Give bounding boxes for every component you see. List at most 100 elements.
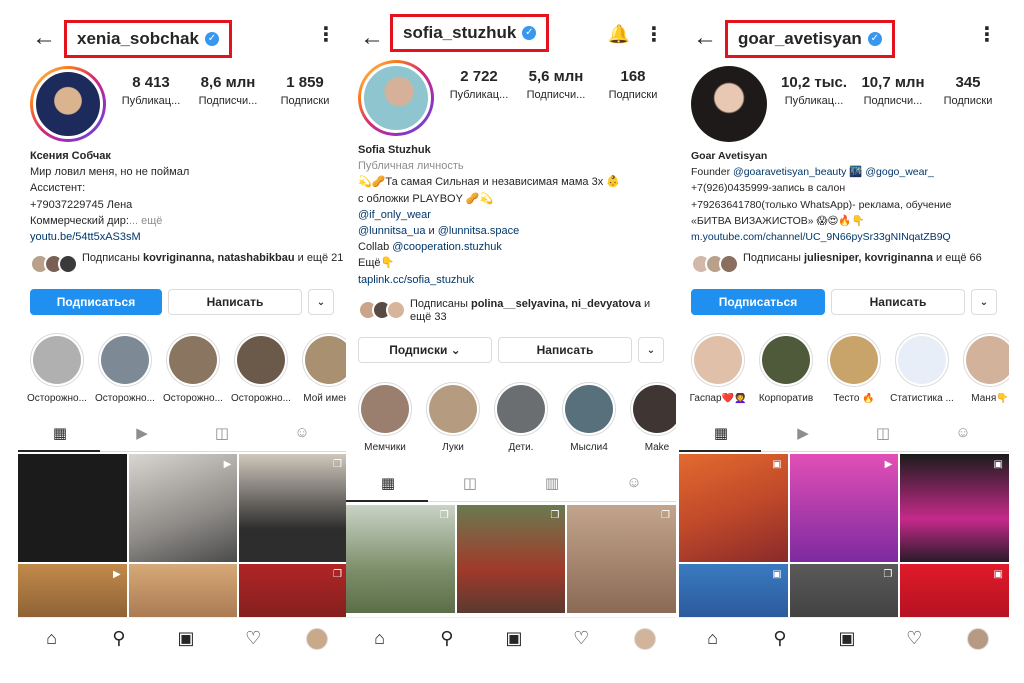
bio-link[interactable]: m.youtube.com/channel/UC_9N66pySr33gNINq… — [691, 229, 1006, 245]
heart-icon[interactable]: ♡ — [239, 628, 267, 649]
avatar[interactable] — [691, 66, 767, 142]
username: sofia_stuzhuk — [403, 23, 517, 42]
highlight-item[interactable]: Мемчики — [352, 382, 418, 453]
message-button[interactable]: Написать — [498, 337, 632, 363]
followed-by[interactable]: Подписаны kovriginanna, natashabikbau и … — [30, 250, 345, 280]
followers-stat[interactable]: 10,7 млн Подписчи... — [856, 74, 930, 107]
chevron-down-icon[interactable]: ⌄ — [971, 289, 997, 315]
more-vertical-icon[interactable]: ⋮ — [316, 22, 336, 47]
post-thumbnail[interactable]: ❐ — [346, 505, 455, 613]
post-thumbnail[interactable]: ❐ — [456, 505, 566, 613]
highlight-item[interactable]: Осторожно... — [24, 333, 90, 404]
message-button[interactable]: Написать — [831, 289, 965, 315]
bio-more-link[interactable]: ... ещё — [129, 215, 163, 227]
highlight-item[interactable]: Дети. — [488, 382, 554, 453]
home-icon[interactable]: ⌂ — [699, 628, 727, 649]
post-thumbnail[interactable]: ❐ — [239, 454, 348, 562]
reels-icon[interactable]: ▶ — [132, 424, 152, 444]
grid-icon[interactable]: ▦ — [378, 474, 398, 494]
highlight-item[interactable]: Гаспар❤️👩‍🦱 — [685, 333, 751, 404]
highlight-item[interactable]: Маня👇 — [957, 333, 1009, 404]
bio-mention[interactable]: @if_only_wear — [358, 207, 673, 223]
highlight-item[interactable]: Корпоратив — [753, 333, 819, 404]
igtv-icon[interactable]: ◫ — [873, 424, 893, 444]
arrow-left-icon[interactable]: ← — [360, 26, 384, 50]
highlight-item[interactable]: Осторожно... — [92, 333, 158, 404]
bell-icon[interactable]: 🔔 — [608, 24, 630, 45]
bio-link[interactable]: youtu.be/54tt5xAS3sM — [30, 229, 345, 245]
arrow-left-icon[interactable]: ← — [693, 26, 717, 50]
post-thumbnail[interactable]: ▣ — [900, 454, 1009, 562]
highlight-item[interactable]: Мой имени — [296, 333, 348, 404]
bio-link[interactable]: taplink.cc/sofia_stuzhuk — [358, 272, 673, 288]
avatar[interactable] — [358, 60, 434, 136]
bio-mention[interactable]: @cooperation.stuzhuk — [392, 241, 502, 253]
bio-more-link[interactable]: Ещё👇 — [358, 255, 673, 271]
follow-button[interactable]: Подписаться — [691, 289, 825, 315]
profile-avatar[interactable] — [967, 627, 990, 650]
avatar[interactable] — [30, 66, 106, 142]
message-button[interactable]: Написать — [168, 289, 302, 315]
posts-stat[interactable]: 8 413 Публикац... — [116, 74, 186, 107]
highlight-item[interactable]: Мысли4 — [556, 382, 622, 453]
post-thumbnail[interactable]: ▶ — [789, 454, 899, 562]
chevron-down-icon[interactable]: ⌄ — [638, 337, 664, 363]
post-thumbnail[interactable]: ❐ — [567, 505, 676, 613]
following-stat[interactable]: 345 Подписки — [935, 74, 1001, 107]
post-thumbnail[interactable] — [18, 454, 127, 562]
followed-by[interactable]: Подписаны juliesniper, kovriginanna и ещ… — [691, 250, 1006, 280]
profile-stats: 10,2 тыс. Публикац... 10,7 млн Подписчи...… — [777, 74, 1001, 107]
bio-mention[interactable]: @lunnitsa_ua — [358, 225, 425, 237]
chevron-down-icon[interactable]: ⌄ — [308, 289, 334, 315]
profile-avatar[interactable] — [306, 627, 329, 650]
subscriptions-button[interactable]: Подписки ⌄ — [358, 337, 492, 363]
post-thumbnail[interactable]: ▣ — [679, 454, 788, 562]
profile-avatar[interactable] — [634, 627, 657, 650]
more-vertical-icon[interactable]: ⋮ — [644, 22, 664, 47]
carousel-icon: ❐ — [333, 569, 342, 580]
search-icon[interactable]: ⚲ — [105, 628, 133, 649]
highlight-item[interactable]: Осторожно... — [228, 333, 294, 404]
grid-icon[interactable]: ▦ — [711, 424, 731, 444]
home-icon[interactable]: ⌂ — [366, 628, 394, 649]
highlight-item[interactable]: Make — [624, 382, 676, 453]
followers-stat[interactable]: 5,6 млн Подписчи... — [521, 68, 591, 101]
posts-stat[interactable]: 10,2 тыс. Публикац... — [777, 74, 851, 107]
reels-icon[interactable]: ▣ — [833, 628, 861, 649]
highlight-item[interactable]: Тесто 🔥 — [821, 333, 887, 404]
bio-mention[interactable]: @gogo_wear_ — [865, 166, 933, 178]
home-icon[interactable]: ⌂ — [38, 628, 66, 649]
reels-icon[interactable]: ▶ — [793, 424, 813, 444]
heart-icon[interactable]: ♡ — [900, 628, 928, 649]
reels-icon[interactable]: ▣ — [172, 628, 200, 649]
heart-icon[interactable]: ♡ — [567, 628, 595, 649]
igtv-icon[interactable]: ◫ — [212, 424, 232, 444]
highlight-item[interactable]: Статистика ... — [889, 333, 955, 404]
following-stat[interactable]: 1 859 Подписки — [270, 74, 340, 107]
follow-button[interactable]: Подписаться — [30, 289, 162, 315]
search-icon[interactable]: ⚲ — [766, 628, 794, 649]
reels-icon[interactable]: ▣ — [500, 628, 528, 649]
bio-mention[interactable]: @goaravetisyan_beauty — [733, 166, 846, 178]
tagged-icon[interactable]: ☺ — [953, 424, 973, 444]
followers-stat[interactable]: 8,6 млн Подписчи... — [193, 74, 263, 107]
search-icon[interactable]: ⚲ — [433, 628, 461, 649]
carousel-icon: ❐ — [661, 510, 670, 521]
bio-mention[interactable]: @lunnitsa.space — [438, 225, 520, 237]
grid-icon[interactable]: ▦ — [50, 424, 70, 444]
more-vertical-icon[interactable]: ⋮ — [977, 22, 997, 47]
followed-by[interactable]: Подписаны polina__selyavina, ni_devyatov… — [358, 296, 673, 326]
igtv-icon[interactable]: ◫ — [460, 474, 480, 494]
arrow-left-icon[interactable]: ← — [32, 26, 56, 50]
guides-icon[interactable]: ▥ — [542, 474, 562, 494]
story-highlights: Мемчики Луки Дети. Мысли4 Make — [352, 382, 676, 462]
following-stat[interactable]: 168 Подписки — [598, 68, 668, 101]
followed-avatars — [691, 254, 741, 276]
post-thumbnail[interactable]: ▶ — [128, 454, 238, 562]
system-bar — [679, 659, 1009, 683]
tagged-icon[interactable]: ☺ — [292, 424, 312, 444]
highlight-item[interactable]: Луки — [420, 382, 486, 453]
highlight-item[interactable]: Осторожно... — [160, 333, 226, 404]
posts-stat[interactable]: 2 722 Публикац... — [444, 68, 514, 101]
tagged-icon[interactable]: ☺ — [624, 474, 644, 494]
